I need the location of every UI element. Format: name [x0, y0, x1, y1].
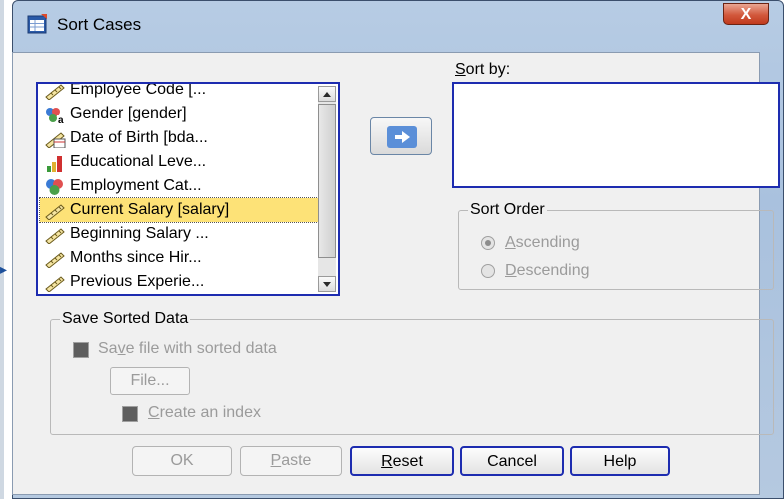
file-button[interactable]: File...: [110, 367, 190, 395]
ruler-scale-icon: [45, 252, 65, 268]
variable-label: Current Salary [salary]: [70, 201, 230, 218]
background-arrow-icon: ▸: [0, 261, 8, 277]
variable-label: Date of Birth [bda...: [70, 129, 208, 146]
scroll-down-button[interactable]: [318, 276, 336, 292]
sort-by-list[interactable]: [452, 82, 780, 188]
nominal-circles-icon: [46, 179, 63, 195]
radio-dot-icon: [481, 264, 495, 278]
create-index-label: Create an index: [148, 404, 261, 421]
variable-label: Employment Cat...: [70, 177, 202, 194]
background-window-edge: [0, 0, 4, 499]
sort-by-label-rest: ort by:: [465, 61, 511, 78]
ruler-scale-icon: [45, 204, 65, 220]
variable-label: Educational Leve...: [70, 153, 207, 170]
variable-label: Beginning Salary ...: [70, 225, 209, 242]
list-item[interactable]: Months since Hir...: [40, 246, 322, 270]
ruler-scale-icon: [45, 276, 65, 292]
variable-list-scrollbar[interactable]: [318, 86, 336, 292]
reset-button[interactable]: Reset: [350, 446, 454, 476]
sort-by-label: Sort by:: [455, 61, 511, 78]
create-index-checkbox[interactable]: [122, 406, 138, 422]
list-item[interactable]: a Gender [gender]: [40, 102, 322, 126]
svg-text:a: a: [58, 115, 64, 124]
variable-label: Gender [gender]: [70, 105, 187, 122]
scroll-thumb[interactable]: [318, 104, 336, 258]
variable-label: Previous Experie...: [70, 273, 205, 290]
ok-button[interactable]: OK: [132, 446, 232, 476]
save-sorted-data-title: Save Sorted Data: [60, 310, 191, 328]
list-item[interactable]: Employee Code [...: [40, 82, 322, 102]
radio-dot-checked-icon: [481, 236, 495, 250]
nominal-string-icon: a: [46, 108, 66, 124]
help-button[interactable]: Help: [570, 446, 670, 476]
variable-label: Employee Code [...: [70, 82, 207, 98]
descending-radio[interactable]: Descending: [481, 262, 651, 282]
list-item[interactable]: Previous Experie...: [40, 270, 322, 294]
descending-label: Descending: [505, 262, 590, 279]
ascending-radio[interactable]: Ascending: [481, 234, 651, 254]
ascending-label: Ascending: [505, 234, 580, 251]
list-item[interactable]: Date of Birth [bda...: [40, 126, 322, 150]
list-item-selected[interactable]: Current Salary [salary]: [39, 197, 323, 223]
ruler-scale-icon: [45, 84, 65, 100]
move-to-sort-by-button[interactable]: [370, 117, 432, 155]
list-item[interactable]: Educational Leve...: [40, 150, 322, 174]
scroll-up-button[interactable]: [318, 86, 336, 102]
sort-cases-icon: [27, 14, 47, 34]
save-file-label: Save file with sorted data: [98, 340, 277, 357]
cancel-button[interactable]: Cancel: [460, 446, 564, 476]
paste-button[interactable]: Paste: [240, 446, 342, 476]
ruler-scale-icon: [45, 228, 65, 244]
right-arrow-icon: [387, 126, 417, 148]
date-scale-icon: [45, 132, 66, 148]
variable-label: Months since Hir...: [70, 249, 202, 266]
list-item[interactable]: Employment Cat...: [40, 174, 322, 198]
variable-list[interactable]: Employee Code [... a Gender [gender] Dat…: [36, 82, 340, 296]
sort-order-title: Sort Order: [468, 201, 547, 219]
dialog-title: Sort Cases: [57, 15, 142, 34]
list-item[interactable]: Beginning Salary ...: [40, 222, 322, 246]
save-file-checkbox[interactable]: [73, 342, 89, 358]
title-bar[interactable]: Sort Cases X: [13, 1, 783, 53]
close-button[interactable]: X: [723, 3, 769, 25]
ordinal-bars-icon: [47, 156, 62, 172]
